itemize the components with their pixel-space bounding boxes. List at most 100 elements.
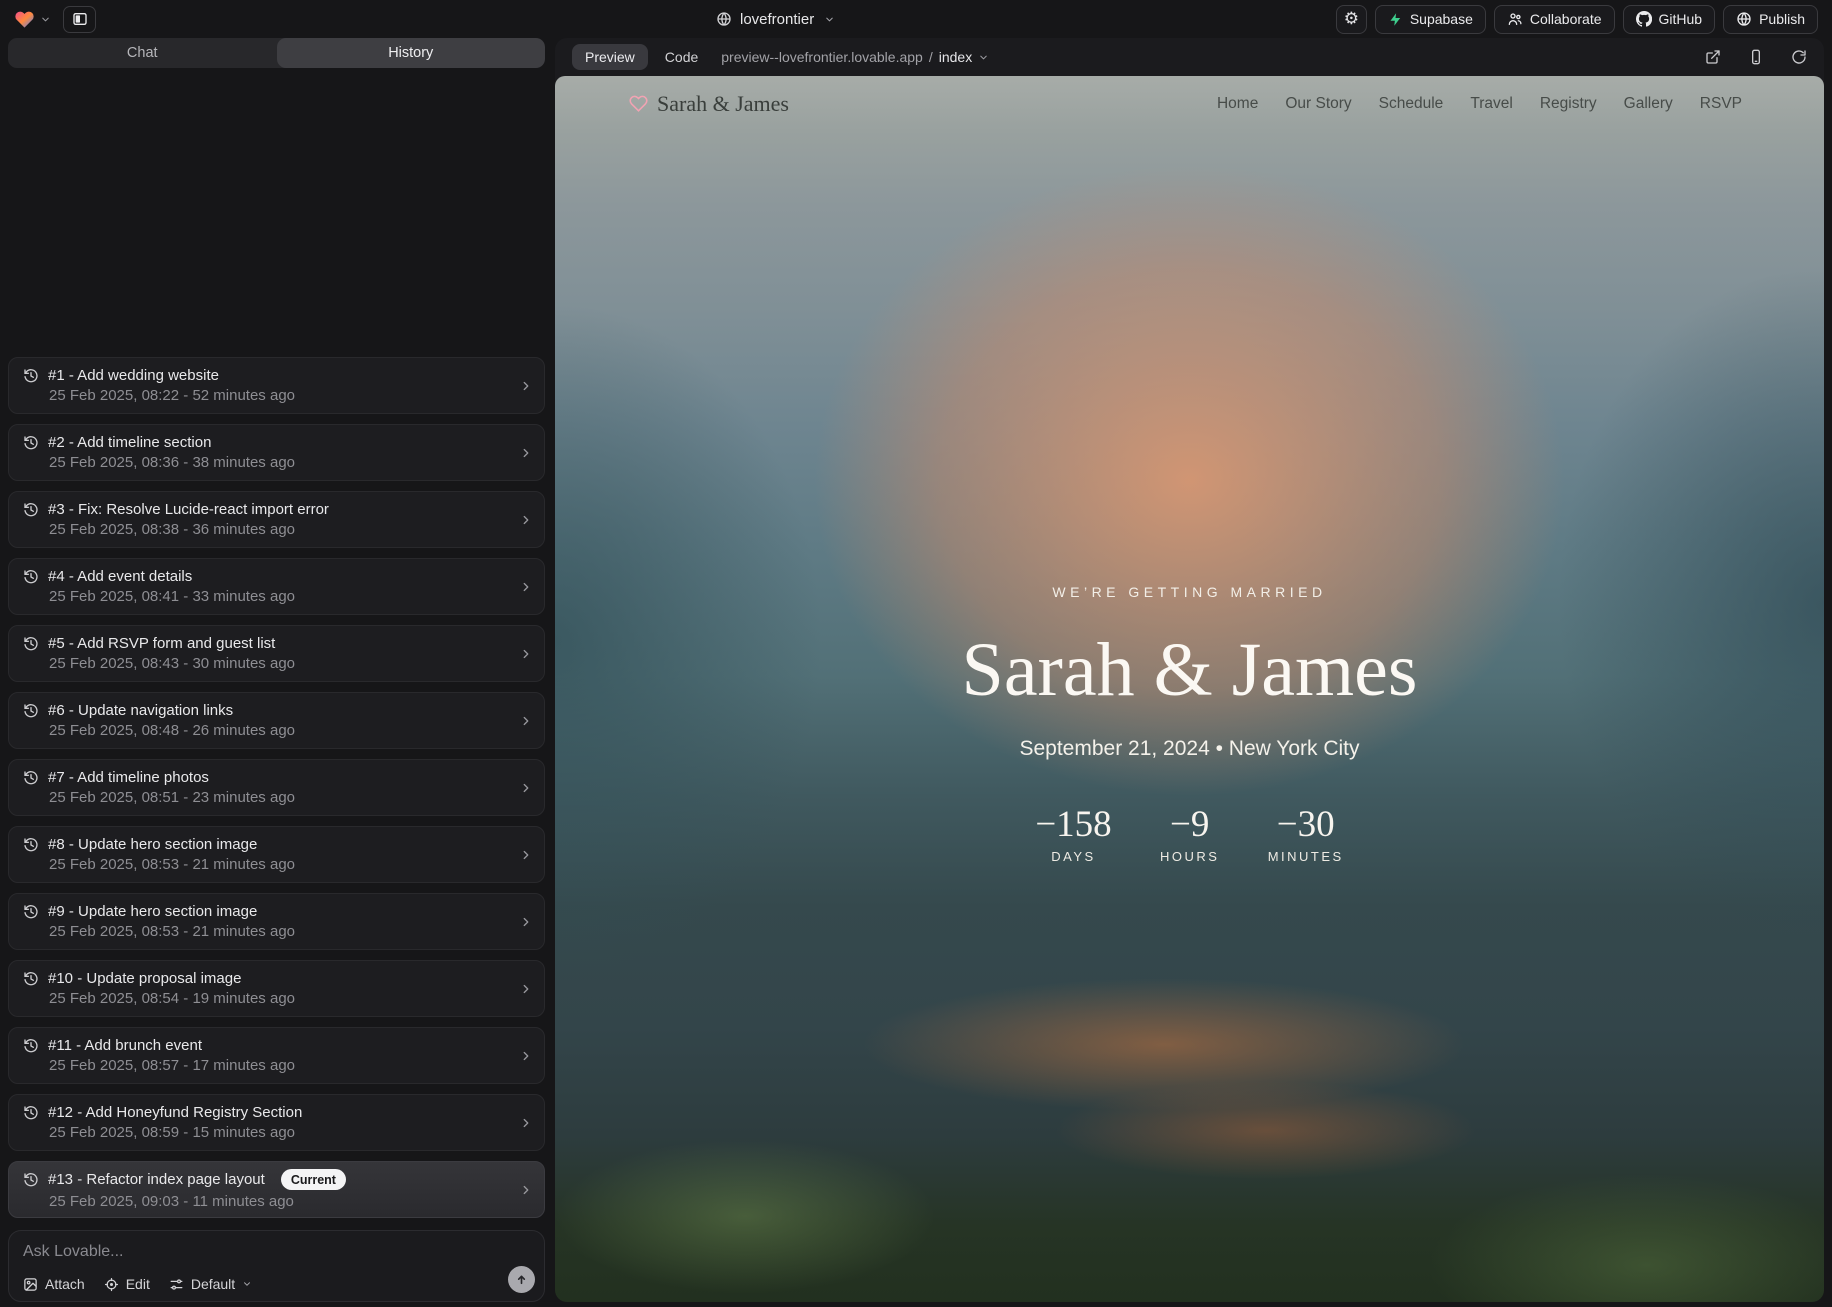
site-nav-rsvp[interactable]: RSVP [1700,95,1742,113]
preview-panel: Preview Code preview--lovefrontier.lovab… [555,38,1824,1302]
history-icon [23,1172,39,1188]
settings-button[interactable]: ⚙ [1336,5,1367,34]
prompt-composer[interactable]: Ask Lovable... Attach Edit Default [8,1230,545,1302]
countdown-minutes-label: MINUTES [1268,849,1344,864]
toggle-sidebar-button[interactable] [63,6,96,33]
collaborate-users-icon [1507,11,1523,27]
site-header: Sarah & James Home Our Story Schedule Tr… [555,76,1824,131]
countdown-minutes-value: −30 [1268,803,1344,846]
history-item-timestamp: 25 Feb 2025, 08:57 - 17 minutes ago [23,1057,510,1074]
supabase-button[interactable]: Supabase [1375,5,1486,34]
history-icon [23,1038,39,1054]
edit-select-button[interactable]: Edit [104,1276,150,1292]
preview-url[interactable]: preview--lovefrontier.lovable.app / inde… [721,49,989,65]
chevron-down-icon [978,52,989,63]
collaborate-label: Collaborate [1530,11,1602,27]
github-button[interactable]: GitHub [1623,5,1716,34]
history-item-timestamp: 25 Feb 2025, 08:48 - 26 minutes ago [23,722,510,739]
history-item-timestamp: 25 Feb 2025, 08:59 - 15 minutes ago [23,1124,510,1141]
hero-eyebrow: WE’RE GETTING MARRIED [555,584,1824,600]
site-logo[interactable]: Sarah & James [629,91,789,117]
mobile-view-icon[interactable] [1748,49,1764,65]
site-nav-schedule[interactable]: Schedule [1379,95,1444,113]
attach-label: Attach [45,1276,85,1292]
history-item-title: #6 - Update navigation links [48,702,233,719]
prompt-input-placeholder[interactable]: Ask Lovable... [23,1243,530,1261]
chevron-right-icon [519,1049,533,1063]
history-list: #1 - Add wedding website 25 Feb 2025, 08… [8,78,545,1218]
history-icon [23,435,39,451]
history-item-3[interactable]: #3 - Fix: Resolve Lucide-react import er… [8,491,545,548]
history-item-title: #13 - Refactor index page layout [48,1171,265,1188]
github-icon [1636,11,1652,27]
tab-preview[interactable]: Preview [572,44,648,70]
lovable-logo-icon [14,9,35,30]
history-item-7[interactable]: #7 - Add timeline photos 25 Feb 2025, 08… [8,759,545,816]
history-item-12[interactable]: #12 - Add Honeyfund Registry Section 25 … [8,1094,545,1151]
sliders-icon [169,1277,184,1292]
target-icon [104,1277,119,1292]
globe-icon [716,11,732,27]
site-nav-registry[interactable]: Registry [1540,95,1597,113]
send-button[interactable] [508,1266,535,1293]
chevron-right-icon [519,781,533,795]
lovable-logo-menu[interactable] [14,9,51,30]
history-item-title: #5 - Add RSVP form and guest list [48,635,275,652]
history-item-timestamp: 25 Feb 2025, 09:03 - 11 minutes ago [23,1193,510,1210]
refresh-icon[interactable] [1791,49,1807,65]
chevron-right-icon [519,915,533,929]
site-nav-gallery[interactable]: Gallery [1624,95,1673,113]
history-item-title: #2 - Add timeline section [48,434,211,451]
history-item-1[interactable]: #1 - Add wedding website 25 Feb 2025, 08… [8,357,545,414]
site-nav-home[interactable]: Home [1217,95,1258,113]
site-nav-our-story[interactable]: Our Story [1285,95,1351,113]
history-item-title: #10 - Update proposal image [48,970,241,987]
tab-chat[interactable]: Chat [8,38,277,68]
site-nav-travel[interactable]: Travel [1470,95,1513,113]
history-item-10[interactable]: #10 - Update proposal image 25 Feb 2025,… [8,960,545,1017]
project-name: lovefrontier [740,11,814,28]
chevron-right-icon [519,982,533,996]
history-item-9[interactable]: #9 - Update hero section image 25 Feb 20… [8,893,545,950]
pink-heart-icon [629,94,648,113]
tab-code[interactable]: Code [665,49,698,65]
history-item-title: #1 - Add wedding website [48,367,219,384]
chevron-right-icon [519,848,533,862]
history-icon [23,502,39,518]
supabase-label: Supabase [1410,11,1473,27]
history-item-4[interactable]: #4 - Add event details 25 Feb 2025, 08:4… [8,558,545,615]
tab-history[interactable]: History [277,38,546,68]
hero-content: WE’RE GETTING MARRIED Sarah & James Sept… [555,584,1824,864]
countdown-hours-value: −9 [1158,803,1222,846]
chevron-down-icon [40,14,51,25]
gear-icon: ⚙ [1344,11,1359,28]
history-item-timestamp: 25 Feb 2025, 08:43 - 30 minutes ago [23,655,510,672]
countdown: −158 DAYS −9 HOURS −30 MINUTES [555,803,1824,864]
history-icon [23,770,39,786]
chat-history-sidebar: Chat History #1 - Add wedding website 25… [8,38,545,1302]
countdown-days: −158 DAYS [1035,803,1111,864]
attach-button[interactable]: Attach [23,1276,85,1292]
history-item-title: #3 - Fix: Resolve Lucide-react import er… [48,501,329,518]
mode-selector[interactable]: Default [169,1276,252,1292]
history-icon [23,837,39,853]
history-icon [23,368,39,384]
history-item-11[interactable]: #11 - Add brunch event 25 Feb 2025, 08:5… [8,1027,545,1084]
collaborate-button[interactable]: Collaborate [1494,5,1615,34]
chevron-right-icon [519,647,533,661]
history-item-title: #11 - Add brunch event [48,1037,202,1054]
open-external-icon[interactable] [1705,49,1721,65]
publish-button[interactable]: Publish [1723,5,1818,34]
history-item-13-current[interactable]: #13 - Refactor index page layout Current… [8,1161,545,1218]
history-item-6[interactable]: #6 - Update navigation links 25 Feb 2025… [8,692,545,749]
chevron-right-icon [519,513,533,527]
project-switcher[interactable]: lovefrontier [716,0,835,38]
history-item-8[interactable]: #8 - Update hero section image 25 Feb 20… [8,826,545,883]
history-item-2[interactable]: #2 - Add timeline section 25 Feb 2025, 0… [8,424,545,481]
hero-subtitle: September 21, 2024 • New York City [555,737,1824,761]
countdown-minutes: −30 MINUTES [1268,803,1344,864]
supabase-icon [1388,12,1403,27]
history-item-title: #4 - Add event details [48,568,192,585]
history-item-5[interactable]: #5 - Add RSVP form and guest list 25 Feb… [8,625,545,682]
site-nav: Home Our Story Schedule Travel Registry … [1217,95,1742,113]
